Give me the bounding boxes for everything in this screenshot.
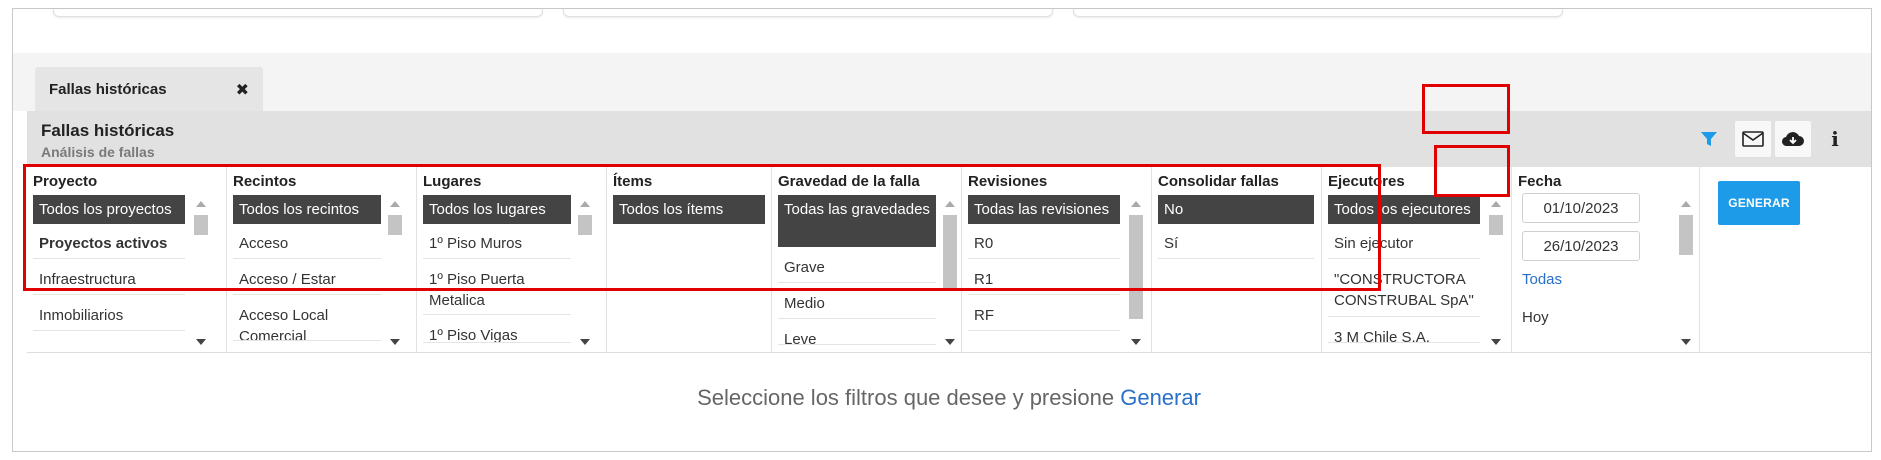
option-leve[interactable]: Leve — [778, 325, 936, 345]
info-icon[interactable]: i — [1817, 121, 1853, 157]
option-todos-ejecutores[interactable]: Todos los ejecutores — [1328, 195, 1480, 224]
filter-header-fecha: Fecha — [1518, 173, 1562, 190]
option-todas-gravedades[interactable]: Todas las gravedades — [778, 195, 936, 247]
option-inmobiliarios[interactable]: Inmobiliarios — [33, 301, 185, 331]
option-3m-chile[interactable]: 3 M Chile S.A. — [1328, 323, 1480, 343]
option-piso-muros[interactable]: 1º Piso Muros — [423, 229, 571, 259]
option-piso-puerta-metalica[interactable]: 1º Piso Puerta Metalica — [423, 265, 571, 315]
filter-header-items: Ítems — [613, 173, 653, 190]
scrollbar-gravedad[interactable] — [940, 193, 960, 351]
option-piso-vigas[interactable]: 1º Piso Vigas — [423, 321, 571, 343]
hoy-option[interactable]: Hoy — [1522, 309, 1549, 326]
option-sin-ejecutor[interactable]: Sin ejecutor — [1328, 229, 1480, 259]
envelope-icon — [1742, 131, 1764, 147]
app-frame: Fallas históricas ✖ Fallas históricas An… — [12, 8, 1872, 452]
option-infraestructura[interactable]: Infraestructura — [33, 265, 185, 295]
option-medio[interactable]: Medio — [778, 289, 936, 319]
filter-ejecutores: Ejecutores Todos los ejecutores Sin ejec… — [1322, 167, 1512, 353]
option-acceso[interactable]: Acceso — [233, 229, 381, 259]
panel-header: Fallas históricas Análisis de fallas i — [27, 111, 1871, 167]
tab-fallas-historicas[interactable]: Fallas históricas ✖ — [35, 67, 263, 111]
generate-column: GENERAR — [1700, 167, 1820, 353]
date-from-input[interactable]: 01/10/2023 — [1522, 193, 1640, 223]
filter-fecha: Fecha 01/10/2023 26/10/2023 Todas Hoy — [1512, 167, 1700, 353]
generate-button[interactable]: GENERAR — [1718, 181, 1800, 225]
filter-header-consolidar: Consolidar fallas — [1158, 173, 1279, 190]
top-card-3 — [1073, 9, 1563, 17]
scrollbar-proyecto[interactable] — [191, 193, 211, 351]
page-subtitle: Análisis de fallas — [41, 144, 155, 160]
filter-header-ejecutores: Ejecutores — [1328, 173, 1405, 190]
scrollbar-fecha[interactable] — [1676, 193, 1696, 351]
download-button[interactable] — [1775, 121, 1811, 157]
filter-header-revisiones: Revisiones — [968, 173, 1048, 190]
option-grave[interactable]: Grave — [778, 253, 936, 283]
filter-lugares: Lugares Todos los lugares 1º Piso Muros … — [417, 167, 607, 353]
todas-link[interactable]: Todas — [1522, 271, 1562, 288]
scrollbar-lugares[interactable] — [575, 193, 595, 351]
option-r1[interactable]: R1 — [968, 265, 1120, 295]
message-text: Seleccione los filtros que desee y presi… — [697, 385, 1115, 410]
option-rf[interactable]: RF — [968, 301, 1120, 331]
filter-revisiones: Revisiones Todas las revisiones R0 R1 RF — [962, 167, 1152, 353]
filters-area: Proyecto Todos los proyectos Proyectos a… — [27, 167, 1871, 353]
date-to-input[interactable]: 26/10/2023 — [1522, 231, 1640, 261]
filter-header-proyecto: Proyecto — [33, 173, 98, 190]
option-si[interactable]: Sí — [1158, 229, 1314, 259]
filter-header-recintos: Recintos — [233, 173, 297, 190]
scrollbar-ejecutores[interactable] — [1486, 193, 1506, 351]
filter-button[interactable] — [1691, 121, 1727, 157]
option-acceso-estar[interactable]: Acceso / Estar — [233, 265, 381, 295]
report-panel: Fallas históricas Análisis de fallas i P… — [27, 111, 1871, 451]
scrollbar-revisiones[interactable] — [1126, 193, 1146, 351]
scrollbar-recintos[interactable] — [385, 193, 405, 351]
option-constructora-construbal[interactable]: "CONSTRUCTORA CONSTRUBAL SpA" — [1328, 265, 1480, 317]
top-card-2 — [563, 9, 1053, 17]
option-no[interactable]: No — [1158, 195, 1314, 224]
page-title: Fallas históricas — [41, 121, 175, 140]
filter-recintos: Recintos Todos los recintos Acceso Acces… — [227, 167, 417, 353]
filter-gravedad: Gravedad de la falla Todas las gravedade… — [772, 167, 962, 353]
option-todas-revisiones[interactable]: Todas las revisiones — [968, 195, 1120, 224]
generate-link[interactable]: Generar — [1120, 385, 1201, 410]
option-acceso-local-comercial[interactable]: Acceso Local Comercial — [233, 301, 381, 341]
option-r0[interactable]: R0 — [968, 229, 1120, 259]
option-todos-proyectos[interactable]: Todos los proyectos — [33, 195, 185, 224]
filter-header-lugares: Lugares — [423, 173, 482, 190]
filter-icon — [1701, 132, 1717, 146]
option-todos-lugares[interactable]: Todos los lugares — [423, 195, 571, 224]
filter-proyecto: Proyecto Todos los proyectos Proyectos a… — [27, 167, 227, 353]
tab-label: Fallas históricas — [49, 80, 167, 98]
close-icon[interactable]: ✖ — [236, 80, 249, 100]
cloud-download-icon — [1781, 132, 1804, 147]
option-todos-items[interactable]: Todos los ítems — [613, 195, 765, 224]
option-todos-recintos[interactable]: Todos los recintos — [233, 195, 381, 224]
tab-strip: Fallas históricas ✖ — [13, 53, 1871, 111]
empty-state-message: Seleccione los filtros que desee y presi… — [27, 385, 1871, 411]
option-proyectos-activos[interactable]: Proyectos activos — [33, 229, 185, 259]
top-card-1 — [53, 9, 543, 17]
email-button[interactable] — [1735, 121, 1771, 157]
filter-items: Ítems Todos los ítems — [607, 167, 772, 353]
filter-header-gravedad: Gravedad de la falla — [778, 173, 920, 190]
filter-consolidar: Consolidar fallas No Sí — [1152, 167, 1322, 353]
